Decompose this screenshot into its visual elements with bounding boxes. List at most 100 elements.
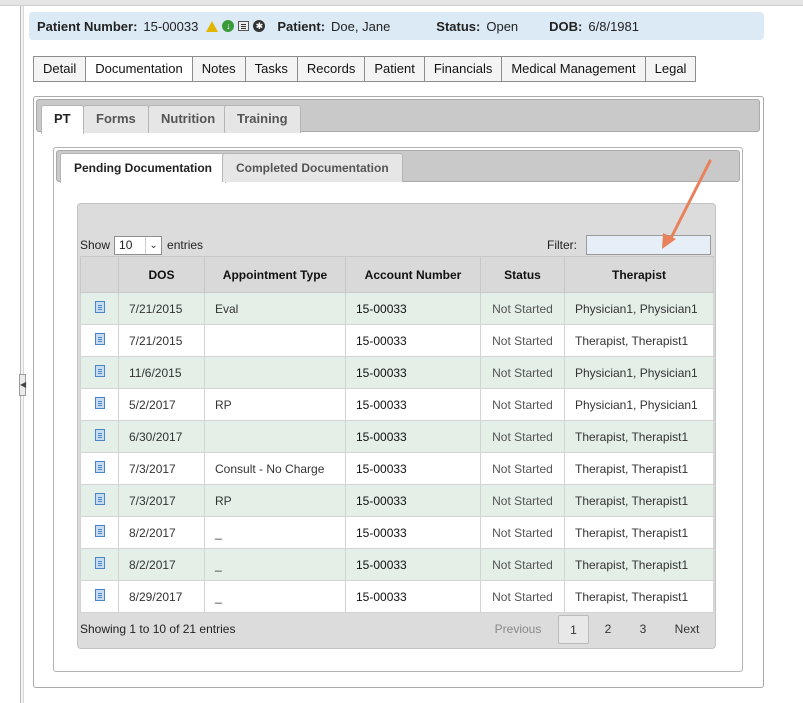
cell-account-number: 15-00033 bbox=[345, 292, 481, 325]
documentation-table: DOS Appointment Type Account Number Stat… bbox=[80, 256, 714, 613]
cell-dos: 8/29/2017 bbox=[118, 580, 205, 613]
subtab-forms[interactable]: Forms bbox=[83, 105, 149, 133]
cell-status: Not Started bbox=[480, 420, 565, 453]
cell-therapist: Therapist, Therapist1 bbox=[564, 548, 714, 581]
table-row[interactable]: 8/2/2017 _ 15-00033 Not Started Therapis… bbox=[80, 548, 714, 581]
cell-therapist: Therapist, Therapist1 bbox=[564, 484, 714, 517]
cell-status: Not Started bbox=[480, 516, 565, 549]
tab-tasks[interactable]: Tasks bbox=[245, 56, 298, 82]
cell-appointment-type bbox=[204, 356, 346, 389]
table-row[interactable]: 8/29/2017 _ 15-00033 Not Started Therapi… bbox=[80, 580, 714, 613]
previous-page-button[interactable]: Previous bbox=[486, 615, 550, 644]
main-tab-bar: Detail Documentation Notes Tasks Records… bbox=[33, 56, 697, 82]
cell-therapist: Therapist, Therapist1 bbox=[564, 580, 714, 613]
document-icon[interactable] bbox=[94, 333, 105, 345]
document-icon[interactable] bbox=[94, 429, 105, 441]
left-panel-splitter[interactable] bbox=[20, 6, 24, 703]
document-icon[interactable] bbox=[94, 301, 105, 313]
table-row[interactable]: 7/3/2017 RP 15-00033 Not Started Therapi… bbox=[80, 484, 714, 517]
cell-status: Not Started bbox=[480, 388, 565, 421]
card-icon[interactable] bbox=[238, 21, 250, 31]
tab-financials[interactable]: Financials bbox=[424, 56, 503, 82]
tab-medical-management[interactable]: Medical Management bbox=[502, 56, 646, 82]
tab-notes[interactable]: Notes bbox=[192, 56, 246, 82]
column-header-appointment-type[interactable]: Appointment Type bbox=[204, 256, 346, 293]
table-row[interactable]: 11/6/2015 15-00033 Not Started Physician… bbox=[80, 356, 714, 389]
cell-therapist: Therapist, Therapist1 bbox=[564, 452, 714, 485]
tab-legal[interactable]: Legal bbox=[645, 56, 697, 82]
table-row[interactable]: 6/30/2017 15-00033 Not Started Therapist… bbox=[80, 420, 714, 453]
table-row[interactable]: 7/3/2017 Consult - No Charge 15-00033 No… bbox=[80, 452, 714, 485]
cell-account-number: 15-00033 bbox=[345, 452, 481, 485]
cell-therapist: Therapist, Therapist1 bbox=[564, 516, 714, 549]
cell-appointment-type: Consult - No Charge bbox=[204, 452, 346, 485]
table-row[interactable]: 5/2/2017 RP 15-00033 Not Started Physici… bbox=[80, 388, 714, 421]
cell-status: Not Started bbox=[480, 452, 565, 485]
tab-records[interactable]: Records bbox=[297, 56, 366, 82]
subtab-nutrition[interactable]: Nutrition bbox=[148, 105, 229, 133]
cell-dos: 6/30/2017 bbox=[118, 420, 205, 453]
cell-status: Not Started bbox=[480, 484, 565, 517]
document-icon[interactable] bbox=[94, 589, 105, 601]
filter-label: Filter: bbox=[547, 238, 577, 252]
table-header-row: DOS Appointment Type Account Number Stat… bbox=[80, 256, 714, 293]
tab-pending-documentation[interactable]: Pending Documentation bbox=[60, 153, 226, 183]
cell-appointment-type: _ bbox=[204, 580, 346, 613]
cell-status: Not Started bbox=[480, 580, 565, 613]
document-icon[interactable] bbox=[94, 397, 105, 409]
column-header-therapist[interactable]: Therapist bbox=[564, 256, 714, 293]
table-row[interactable]: 7/21/2015 Eval 15-00033 Not Started Phys… bbox=[80, 292, 714, 325]
cell-appointment-type bbox=[204, 324, 346, 357]
tab-patient[interactable]: Patient bbox=[365, 56, 425, 82]
column-header-account-number[interactable]: Account Number bbox=[345, 256, 481, 293]
tab-documentation[interactable]: Documentation bbox=[86, 56, 193, 82]
filter-input[interactable] bbox=[586, 235, 711, 255]
cell-appointment-type: Eval bbox=[204, 292, 346, 325]
cell-dos: 5/2/2017 bbox=[118, 388, 205, 421]
cell-account-number: 15-00033 bbox=[345, 356, 481, 389]
column-header-icon[interactable] bbox=[80, 256, 119, 293]
document-icon[interactable] bbox=[94, 365, 105, 377]
cell-account-number: 15-00033 bbox=[345, 516, 481, 549]
collapse-panel-handle[interactable]: ◀ bbox=[19, 374, 26, 396]
table-row[interactable]: 7/21/2015 15-00033 Not Started Therapist… bbox=[80, 324, 714, 357]
cell-account-number: 15-00033 bbox=[345, 484, 481, 517]
subtab-training[interactable]: Training bbox=[224, 105, 301, 133]
tab-detail[interactable]: Detail bbox=[33, 56, 87, 82]
cell-dos: 8/2/2017 bbox=[118, 548, 205, 581]
page-length-select[interactable]: 10 ⌄ bbox=[114, 235, 163, 255]
document-icon[interactable] bbox=[94, 557, 105, 569]
column-header-dos[interactable]: DOS bbox=[118, 256, 205, 293]
page-2-button[interactable]: 2 bbox=[595, 615, 621, 644]
page-length-value: 10 bbox=[119, 237, 133, 252]
settings-icon[interactable]: ✱ bbox=[253, 20, 266, 32]
page-length-control: Show 10 ⌄ entries bbox=[80, 235, 203, 255]
cell-therapist: Therapist, Therapist1 bbox=[564, 420, 714, 453]
document-icon[interactable] bbox=[94, 525, 105, 537]
cell-account-number: 15-00033 bbox=[345, 580, 481, 613]
cell-appointment-type: _ bbox=[204, 516, 346, 549]
cell-dos: 7/21/2015 bbox=[118, 324, 205, 357]
cell-therapist: Physician1, Physician1 bbox=[564, 292, 714, 325]
entries-label: entries bbox=[167, 238, 204, 252]
page-3-button[interactable]: 3 bbox=[630, 615, 656, 644]
table-row[interactable]: 8/2/2017 _ 15-00033 Not Started Therapis… bbox=[80, 516, 714, 549]
patient-dob: 6/8/1981 bbox=[588, 18, 639, 34]
cell-account-number: 15-00033 bbox=[345, 388, 481, 421]
page-1-button[interactable]: 1 bbox=[558, 615, 589, 644]
document-icon[interactable] bbox=[94, 493, 105, 505]
tab-completed-documentation[interactable]: Completed Documentation bbox=[222, 153, 403, 182]
cell-appointment-type: RP bbox=[204, 484, 346, 517]
cell-dos: 7/3/2017 bbox=[118, 484, 205, 517]
warning-icon[interactable] bbox=[206, 20, 219, 32]
patient-status: Open bbox=[486, 18, 519, 34]
patient-header: Patient Number: 15-00033 ↓ ✱ Patient: Do… bbox=[29, 12, 764, 40]
cell-appointment-type bbox=[204, 420, 346, 453]
subtab-pt[interactable]: PT bbox=[41, 105, 84, 134]
document-icon[interactable] bbox=[94, 461, 105, 473]
cell-account-number: 15-00033 bbox=[345, 324, 481, 357]
download-icon[interactable]: ↓ bbox=[222, 20, 235, 32]
column-header-status[interactable]: Status bbox=[480, 256, 565, 293]
next-page-button[interactable]: Next bbox=[668, 615, 706, 644]
chevron-left-icon: ◀ bbox=[20, 380, 27, 389]
